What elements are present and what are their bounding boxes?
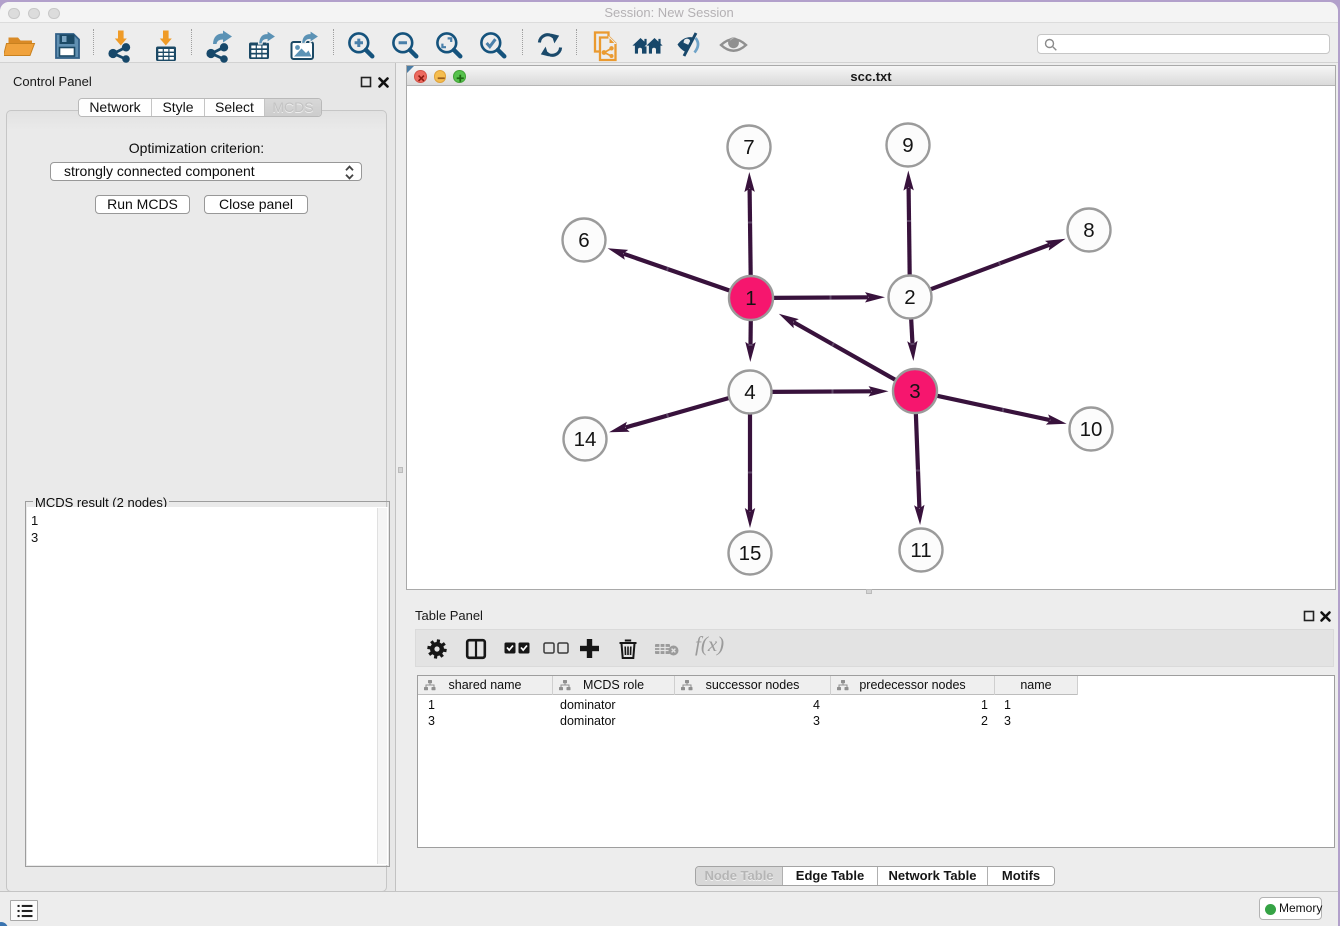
svg-text:3: 3 — [909, 380, 920, 403]
svg-text:9: 9 — [902, 134, 913, 157]
svg-text:14: 14 — [574, 428, 597, 451]
svg-text:10: 10 — [1080, 418, 1103, 441]
svg-text:11: 11 — [910, 539, 931, 562]
svg-text:2: 2 — [904, 286, 915, 309]
svg-text:7: 7 — [743, 136, 754, 159]
svg-text:1: 1 — [745, 287, 756, 310]
svg-text:6: 6 — [578, 229, 589, 252]
svg-text:4: 4 — [744, 381, 755, 404]
svg-text:8: 8 — [1083, 219, 1094, 242]
svg-text:15: 15 — [739, 542, 762, 565]
